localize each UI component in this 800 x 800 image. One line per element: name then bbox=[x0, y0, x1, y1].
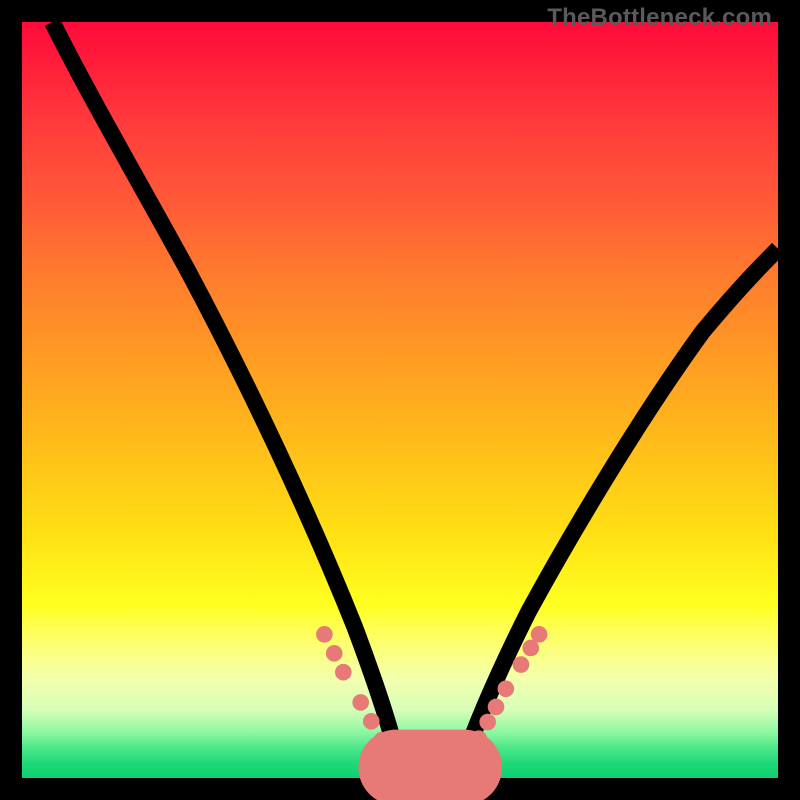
marker-left bbox=[374, 732, 391, 749]
marker-right bbox=[498, 680, 515, 697]
marker-right bbox=[470, 730, 487, 747]
marker-right bbox=[531, 626, 548, 643]
marker-bottom bbox=[449, 760, 464, 775]
chart-svg bbox=[22, 22, 778, 778]
curve-left bbox=[52, 22, 398, 764]
marker-right bbox=[461, 747, 478, 764]
marker-left bbox=[316, 626, 333, 643]
marker-right bbox=[479, 714, 496, 731]
marker-right bbox=[488, 699, 505, 716]
marker-left bbox=[335, 664, 352, 681]
marker-left bbox=[352, 694, 369, 711]
marker-left bbox=[363, 713, 380, 730]
chart-frame: TheBottleneck.com bbox=[0, 0, 800, 800]
marker-right bbox=[513, 656, 530, 673]
marker-left bbox=[326, 645, 343, 662]
